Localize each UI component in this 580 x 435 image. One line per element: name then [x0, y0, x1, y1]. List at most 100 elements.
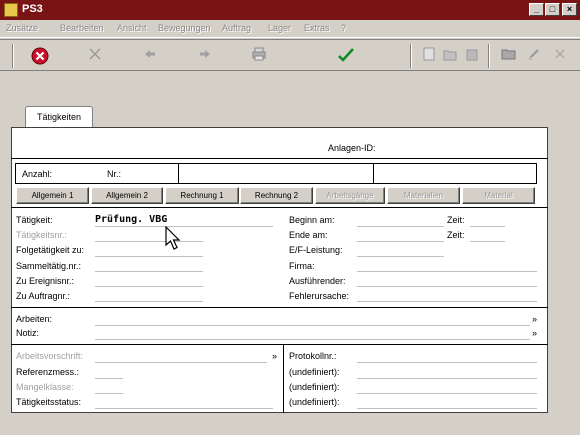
taetigkeit-field[interactable] [95, 226, 273, 227]
allgemein-1-button[interactable]: Allgemein 1 [16, 187, 89, 204]
menu-bar: Zusätze Bearbeiten Ansicht Bewegungen Au… [0, 20, 580, 38]
firma-field[interactable] [357, 271, 537, 272]
undefiniert-3-field[interactable] [357, 408, 537, 409]
arbeitsgaenge-button[interactable]: Arbeitsgänge [315, 187, 385, 204]
nr-label: Nr.: [107, 169, 122, 179]
list-icon[interactable] [463, 47, 481, 65]
zeit2-field[interactable] [470, 241, 505, 242]
arbeiten-label: Arbeiten: [16, 314, 53, 324]
arbeitsvorschrift-field[interactable] [95, 362, 267, 363]
materialien-button[interactable]: Materialien [387, 187, 460, 204]
sammeltaetig-label: Sammeltätig.nr.: [16, 261, 82, 271]
menu-item-bewegungen[interactable]: Bewegungen [158, 23, 211, 33]
menu-item-help[interactable]: ? [341, 23, 346, 33]
zeit2-label: Zeit: [447, 230, 465, 240]
arbeitsvorschrift-expand-icon[interactable]: » [272, 351, 277, 361]
sammeltaetig-field[interactable] [95, 271, 203, 272]
firma-label: Firma: [289, 261, 315, 271]
title-bar: PS3 _ □ × [0, 0, 580, 20]
referenzmess-label: Referenzmess.: [16, 367, 80, 377]
toolbar-separator [410, 44, 412, 68]
taetigkeitsnr-field[interactable] [95, 241, 203, 242]
mouse-cursor-icon [165, 225, 183, 252]
folder-icon[interactable] [441, 47, 459, 65]
maximize-button[interactable]: □ [545, 3, 560, 16]
minimize-button[interactable]: _ [529, 3, 544, 16]
rechnung-2-button[interactable]: Rechnung 2 [240, 187, 313, 204]
fehlerursache-field[interactable] [357, 301, 537, 302]
ereignisnr-label: Zu Ereignisnr.: [16, 276, 75, 286]
divider [373, 163, 374, 184]
taetigkeitsnr-label: Tätigkeitsnr.: [16, 230, 68, 240]
toolbar-separator [488, 44, 490, 68]
notiz-expand-icon[interactable]: » [532, 328, 537, 338]
undefiniert-1-label: (undefiniert): [289, 367, 340, 377]
eif-leistung-label: E/F-Leistung: [289, 245, 343, 255]
anzahl-row [15, 163, 537, 184]
new-icon[interactable] [420, 47, 438, 65]
open-folder-icon[interactable] [500, 47, 518, 65]
close-icon[interactable] [86, 47, 104, 65]
menu-item-extras[interactable]: Extras [304, 23, 330, 33]
toolbar [0, 39, 580, 71]
menu-item-lager[interactable]: Lager [268, 23, 291, 33]
undefiniert-2-field[interactable] [357, 393, 537, 394]
notiz-label: Notiz: [16, 328, 40, 338]
notiz-field[interactable] [95, 339, 530, 340]
arbeiten-field[interactable] [95, 325, 530, 326]
ende-field[interactable] [357, 241, 444, 242]
divider [11, 158, 548, 159]
cancel-icon[interactable] [31, 47, 49, 65]
ausfuehrender-field[interactable] [357, 286, 537, 287]
folgetaetigkeit-label: Folgetätigkeit zu: [16, 245, 85, 255]
divider [178, 163, 179, 184]
edit-icon[interactable] [525, 47, 543, 65]
undefiniert-1-field[interactable] [357, 378, 537, 379]
undefiniert-2-label: (undefiniert): [289, 382, 340, 392]
taetigkeitsstatus-field[interactable] [95, 408, 273, 409]
eif-leistung-field[interactable] [357, 256, 444, 257]
taetigkeitsstatus-label: Tätigkeitsstatus: [16, 397, 82, 407]
checkmark-icon[interactable] [337, 47, 355, 65]
ereignisnr-field[interactable] [95, 286, 203, 287]
rechnung-1-button[interactable]: Rechnung 1 [165, 187, 239, 204]
anlagen-id-label: Anlagen-ID: [328, 143, 376, 153]
arbeitsvorschrift-label: Arbeitsvorschrift: [16, 351, 84, 361]
ende-label: Ende am: [289, 230, 328, 240]
protokollnr-field[interactable] [357, 362, 537, 363]
undefiniert-3-label: (undefiniert): [289, 397, 340, 407]
referenzmess-field[interactable] [95, 378, 123, 379]
mangelklasse-field[interactable] [95, 393, 123, 394]
print-icon[interactable] [250, 47, 268, 65]
auftragnr-label: Zu Auftragnr.: [16, 291, 71, 301]
tab-taetigkeiten[interactable]: Tätigkeiten [25, 106, 93, 128]
window-title: PS3 [22, 3, 43, 15]
fehlerursache-label: Fehlerursache: [289, 291, 350, 301]
auftragnr-field[interactable] [95, 301, 203, 302]
divider [11, 344, 548, 345]
beginn-field[interactable] [357, 226, 444, 227]
divider [11, 207, 548, 208]
menu-item-auftrag[interactable]: Auftrag [222, 23, 251, 33]
anzahl-label: Anzahl: [22, 169, 53, 179]
toolbar-separator [12, 44, 14, 68]
menu-item-bearbeiten[interactable]: Bearbeiten [60, 23, 104, 33]
close-window-button[interactable]: × [562, 3, 577, 16]
divider [283, 344, 284, 413]
back-icon[interactable] [141, 47, 159, 65]
taetigkeit-value[interactable]: Prüfung. VBG [95, 214, 167, 225]
divider [11, 307, 548, 308]
app-icon [4, 3, 18, 17]
zeit1-label: Zeit: [447, 215, 465, 225]
tools-icon[interactable] [551, 47, 569, 65]
folgetaetigkeit-field[interactable] [95, 256, 203, 257]
zeit1-field[interactable] [470, 226, 505, 227]
material-button[interactable]: Material [462, 187, 535, 204]
forward-icon[interactable] [196, 47, 214, 65]
allgemein-2-button[interactable]: Allgemein 2 [91, 187, 163, 204]
arbeiten-expand-icon[interactable]: » [532, 314, 537, 324]
mangelklasse-label: Mangelklasse: [16, 382, 74, 392]
menu-item-zusaetze[interactable]: Zusätze [6, 23, 38, 33]
taetigkeit-label: Tätigkeit: [16, 215, 53, 225]
menu-item-ansicht[interactable]: Ansicht [117, 23, 147, 33]
